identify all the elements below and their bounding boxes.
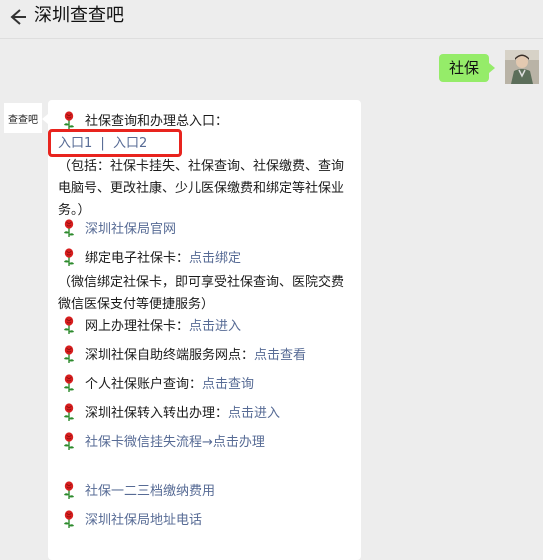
rose-icon [63,248,75,266]
rose-icon [63,316,75,334]
bind-card-link[interactable]: 点击绑定 [189,251,241,266]
self-service-line: 深圳社保自助终端服务网点：点击查看 [58,344,306,367]
user-message-row: 社保 [429,50,539,86]
official-site-line: 深圳社保局官网 [58,218,176,241]
transfer-line: 深圳社保转入转出办理：点击进入 [58,402,280,425]
bind-card-line: 绑定电子社保卡：点击绑定 [58,247,241,270]
official-site-link[interactable]: 深圳社保局官网 [85,222,176,237]
entry-1-link[interactable]: 入口1 [58,136,92,151]
online-card-link[interactable]: 点击进入 [189,319,241,334]
rose-icon [63,432,75,450]
entry-links-line: 入口1 | 入口2 [58,132,147,155]
bot-avatar-logo: 查查吧 [4,103,42,133]
tiers-fee-line: 社保一二三档缴纳费用 [58,480,215,503]
entry-separator: | [100,136,105,151]
rose-icon [63,481,75,499]
bot-message-bubble: 社保查询和办理总入口： 入口1 | 入口2 （包括：社保卡挂失、社保查询、社保缴… [42,100,361,560]
rose-icon [63,510,75,528]
online-card-line: 网上办理社保卡：点击进入 [58,315,241,338]
top-bar: 深圳查查吧 [0,0,543,39]
chat-title: 深圳查查吧 [34,5,124,26]
svg-text:查查吧: 查查吧 [8,113,38,126]
rose-icon [63,345,75,363]
bot-avatar[interactable]: 查查吧 [4,103,42,133]
rose-icon [63,403,75,421]
address-phone-link[interactable]: 深圳社保局地址电话 [85,513,202,528]
rose-icon [63,374,75,392]
rose-icon [63,111,75,129]
account-query-link[interactable]: 点击查询 [202,377,254,392]
account-query-line: 个人社保账户查询：点击查询 [58,373,254,396]
tiers-fee-link[interactable]: 社保一二三档缴纳费用 [85,484,215,499]
entry-2-link[interactable]: 入口2 [113,136,147,151]
rose-icon [63,219,75,237]
transfer-link[interactable]: 点击进入 [228,406,280,421]
wechat-loss-line: 社保卡微信挂失流程→点击办理 [58,431,265,454]
entry-note: （包括：社保卡挂失、社保查询、社保缴费、查询电脑号、更改社康、少儿医保缴费和绑定… [58,159,345,218]
user-message-bubble[interactable]: 社保 [438,54,496,82]
back-arrow-icon[interactable] [6,4,28,30]
bind-card-note: （微信绑定社保卡，即可享受社保查询、医院交费微信医保支付等便捷服务） [58,275,345,312]
user-avatar[interactable] [505,50,539,84]
self-service-link[interactable]: 点击查看 [254,348,306,363]
address-phone-line: 深圳社保局地址电话 [58,509,202,532]
wechat-loss-link[interactable]: 社保卡微信挂失流程→点击办理 [85,435,265,450]
